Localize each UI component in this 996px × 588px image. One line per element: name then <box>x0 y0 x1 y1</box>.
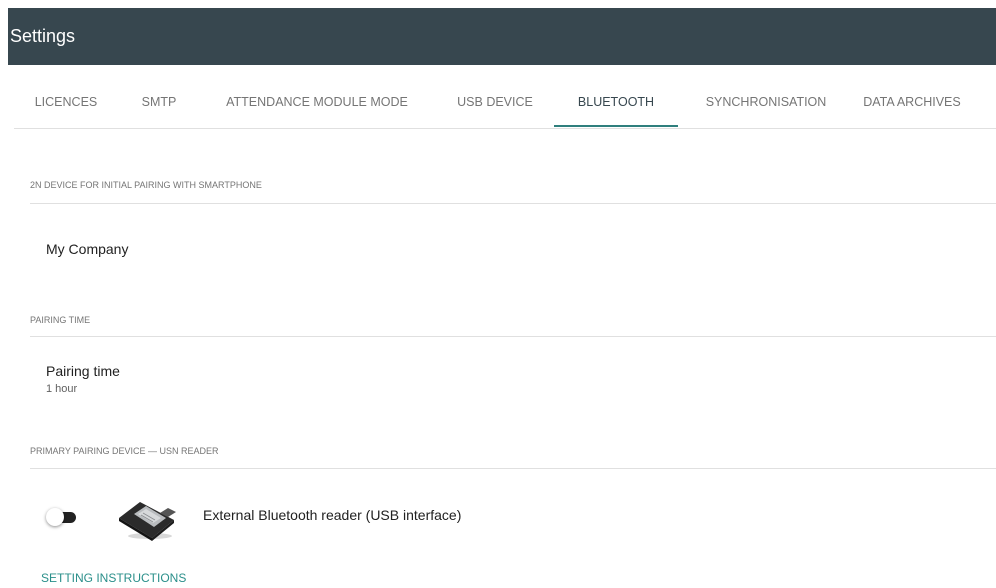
tab-licences[interactable]: LICENCES <box>24 80 108 127</box>
tab-bluetooth[interactable]: BLUETOOTH <box>554 80 678 127</box>
settings-page: Settings LICENCES SMTP ATTENDANCE MODULE… <box>0 0 996 588</box>
usb-bluetooth-reader-image <box>119 502 176 541</box>
section-divider <box>30 468 996 469</box>
device-name[interactable]: My Company <box>46 241 128 257</box>
app-header: Settings <box>8 8 996 65</box>
tab-synchronisation[interactable]: SYNCHRONISATION <box>694 80 838 127</box>
toggle-knob <box>46 508 64 526</box>
pairing-time-title[interactable]: Pairing time <box>46 363 120 379</box>
tab-data-archives[interactable]: DATA ARCHIVES <box>850 80 974 127</box>
primary-device-toggle[interactable] <box>46 508 78 526</box>
section-label-primary-device: PRIMARY PAIRING DEVICE — USN READER <box>30 446 219 456</box>
settings-tabs: LICENCES SMTP ATTENDANCE MODULE MODE USB… <box>14 80 996 129</box>
pairing-time-value: 1 hour <box>46 383 78 395</box>
page-title: Settings <box>10 26 76 46</box>
setting-instructions-link[interactable]: SETTING INSTRUCTIONS <box>41 571 186 585</box>
tab-attendance-module-mode[interactable]: ATTENDANCE MODULE MODE <box>210 80 424 127</box>
section-label-device: 2N DEVICE FOR INITIAL PAIRING WITH SMART… <box>30 180 262 190</box>
tab-smtp[interactable]: SMTP <box>128 80 190 127</box>
section-label-pairing-time: PAIRING TIME <box>30 315 91 325</box>
section-divider <box>30 203 996 204</box>
reader-label: External Bluetooth reader (USB interface… <box>203 507 462 523</box>
section-divider <box>30 336 996 337</box>
tab-usb-device[interactable]: USB DEVICE <box>444 80 546 127</box>
